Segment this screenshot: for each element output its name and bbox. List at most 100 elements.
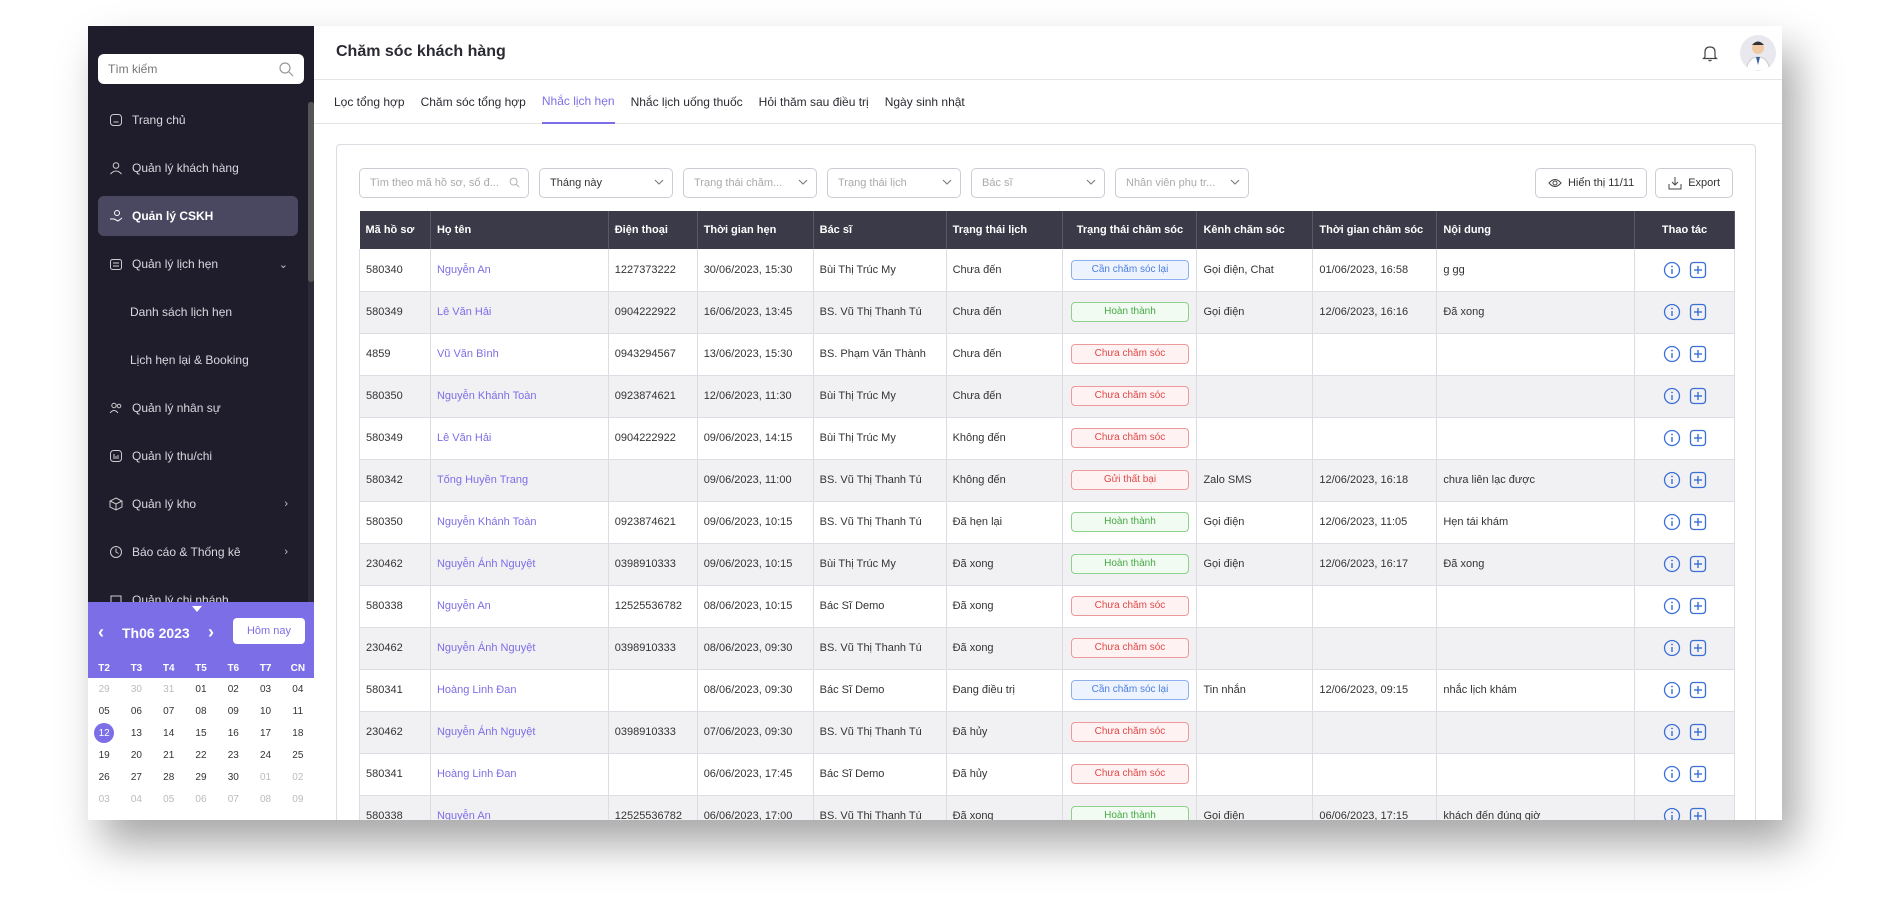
- calendar-day[interactable]: 19: [88, 744, 120, 766]
- calendar-day[interactable]: 11: [282, 700, 314, 722]
- calendar-day[interactable]: 09: [282, 788, 314, 810]
- table-row[interactable]: 580341 Hoàng Linh Đan 08/06/2023, 09:30 Bác…: [359, 669, 1735, 712]
- add-icon[interactable]: [1688, 596, 1708, 616]
- calendar-day[interactable]: 07: [217, 788, 249, 810]
- sidebar-item-appointments[interactable]: Quản lý lịch hẹn ⌄: [98, 244, 298, 284]
- table-row[interactable]: 580341 Hoàng Linh Đan 06/06/2023, 17:45 Bác…: [359, 753, 1735, 796]
- table-row[interactable]: 580340 Nguyễn An 1227373222 30/06/2023, 15:…: [359, 249, 1735, 292]
- info-icon[interactable]: [1662, 302, 1682, 322]
- customer-name-link[interactable]: Tống Huyền Trang: [430, 459, 609, 502]
- calendar-day[interactable]: 06: [120, 700, 152, 722]
- calendar-day[interactable]: 01: [185, 678, 217, 700]
- table-row[interactable]: 580338 Nguyễn An 12525536782 08/06/2023, 10…: [359, 585, 1735, 628]
- add-icon[interactable]: [1688, 302, 1708, 322]
- sidebar-item-customers[interactable]: Quản lý khách hàng: [98, 148, 298, 188]
- calendar-day[interactable]: 05: [88, 700, 120, 722]
- info-icon[interactable]: [1662, 806, 1682, 820]
- customer-name-link[interactable]: Vũ Văn Bình: [430, 333, 609, 376]
- calendar-day[interactable]: 08: [185, 700, 217, 722]
- add-icon[interactable]: [1688, 512, 1708, 532]
- calendar-day[interactable]: 13: [120, 722, 152, 744]
- calendar-day[interactable]: 16: [217, 722, 249, 744]
- calendar-day[interactable]: 09: [217, 700, 249, 722]
- bell-icon[interactable]: [1702, 44, 1718, 62]
- sidebar-item-cskh[interactable]: Quản lý CSKH: [98, 196, 298, 236]
- table-row[interactable]: 230462 Nguyễn Ánh Nguyệt 0398910333 08/06/2…: [359, 627, 1735, 670]
- add-icon[interactable]: [1688, 806, 1708, 820]
- calendar-day[interactable]: 22: [185, 744, 217, 766]
- info-icon[interactable]: [1662, 764, 1682, 784]
- calendar-day[interactable]: 03: [88, 788, 120, 810]
- calendar-day[interactable]: 29: [88, 678, 120, 700]
- care-status-select[interactable]: Trạng thái chăm...: [683, 168, 817, 198]
- calendar-day[interactable]: 06: [185, 788, 217, 810]
- calendar-day[interactable]: 24: [249, 744, 281, 766]
- info-icon[interactable]: [1662, 638, 1682, 658]
- add-icon[interactable]: [1688, 680, 1708, 700]
- calendar-day[interactable]: 05: [153, 788, 185, 810]
- avatar[interactable]: [1740, 35, 1776, 71]
- calendar-day[interactable]: 28: [153, 766, 185, 788]
- staff-select[interactable]: Nhân viên phụ tr...: [1115, 168, 1249, 198]
- add-icon[interactable]: [1688, 764, 1708, 784]
- calendar-day[interactable]: 17: [249, 722, 281, 744]
- add-icon[interactable]: [1688, 428, 1708, 448]
- export-button[interactable]: Export: [1655, 168, 1733, 198]
- customer-name-link[interactable]: Nguyễn Ánh Nguyệt: [430, 627, 609, 670]
- info-icon[interactable]: [1662, 680, 1682, 700]
- tab-care-summary[interactable]: Chăm sóc tổng hợp: [421, 80, 526, 124]
- calendar-day[interactable]: 14: [153, 722, 185, 744]
- info-icon[interactable]: [1662, 344, 1682, 364]
- add-icon[interactable]: [1688, 386, 1708, 406]
- tab-appointment-reminder[interactable]: Nhắc lịch hẹn: [541, 80, 615, 124]
- calendar-day[interactable]: 25: [282, 744, 314, 766]
- customer-name-link[interactable]: Nguyễn Khánh Toàn: [430, 375, 609, 418]
- calendar-day[interactable]: 02: [217, 678, 249, 700]
- tab-medication-reminder[interactable]: Nhắc lịch uống thuốc: [631, 80, 743, 124]
- table-row[interactable]: 580350 Nguyễn Khánh Toàn 0923874621 09/06/2…: [359, 501, 1735, 544]
- today-button[interactable]: Hôm nay: [233, 618, 305, 644]
- calendar-day[interactable]: 02: [282, 766, 314, 788]
- customer-name-link[interactable]: Lê Văn Hải: [430, 417, 609, 460]
- tab-post-treatment[interactable]: Hỏi thăm sau điều trị: [759, 80, 869, 124]
- customer-name-link[interactable]: Hoàng Linh Đan: [430, 753, 609, 796]
- customer-name-link[interactable]: Nguyễn Ánh Nguyệt: [430, 711, 609, 754]
- calendar-day-selected[interactable]: 12: [88, 722, 120, 744]
- calendar-day[interactable]: 18: [282, 722, 314, 744]
- calendar-day[interactable]: 21: [153, 744, 185, 766]
- add-icon[interactable]: [1688, 260, 1708, 280]
- info-icon[interactable]: [1662, 512, 1682, 532]
- table-row[interactable]: 580350 Nguyễn Khánh Toàn 0923874621 12/06/2…: [359, 375, 1735, 418]
- calendar-day[interactable]: 29: [185, 766, 217, 788]
- calendar-day[interactable]: 08: [249, 788, 281, 810]
- show-columns-button[interactable]: Hiển thị 11/11: [1534, 168, 1648, 198]
- add-icon[interactable]: [1688, 638, 1708, 658]
- table-row[interactable]: 580349 Lê Văn Hải 0904222922 09/06/2023, 14…: [359, 417, 1735, 460]
- calendar-day[interactable]: 01: [249, 766, 281, 788]
- calendar-day[interactable]: 27: [120, 766, 152, 788]
- tab-birthday[interactable]: Ngày sinh nhật: [885, 80, 965, 124]
- add-icon[interactable]: [1688, 344, 1708, 364]
- calendar-day[interactable]: 04: [282, 678, 314, 700]
- sidebar-item-staff[interactable]: Quản lý nhân sự: [98, 388, 298, 428]
- table-row[interactable]: 4859 Vũ Văn Bình 0943294567 13/06/2023, 15:…: [359, 333, 1735, 376]
- search-icon[interactable]: [278, 61, 294, 77]
- calendar-day[interactable]: 31: [153, 678, 185, 700]
- chevron-right-icon[interactable]: ›: [208, 622, 214, 643]
- calendar-day[interactable]: 30: [217, 766, 249, 788]
- calendar-day[interactable]: 03: [249, 678, 281, 700]
- chevron-left-icon[interactable]: ‹: [98, 622, 104, 643]
- table-row[interactable]: 580342 Tống Huyền Trang 09/06/2023, 11:00 B…: [359, 459, 1735, 502]
- customer-name-link[interactable]: Nguyễn Ánh Nguyệt: [430, 543, 609, 586]
- schedule-status-select[interactable]: Trạng thái lịch: [827, 168, 961, 198]
- customer-name-link[interactable]: Hoàng Linh Đan: [430, 669, 609, 712]
- sidebar-search-input[interactable]: [108, 62, 268, 76]
- info-icon[interactable]: [1662, 470, 1682, 490]
- calendar-day[interactable]: 10: [249, 700, 281, 722]
- customer-name-link[interactable]: Nguyễn An: [430, 585, 609, 628]
- sidebar-item-appointment-list[interactable]: Danh sách lịch hẹn: [98, 292, 298, 332]
- customer-name-link[interactable]: Nguyễn An: [430, 795, 609, 820]
- sidebar-item-rebooking[interactable]: Lịch hẹn lại & Booking: [98, 340, 298, 380]
- info-icon[interactable]: [1662, 596, 1682, 616]
- customer-name-link[interactable]: Nguyễn An: [430, 249, 609, 292]
